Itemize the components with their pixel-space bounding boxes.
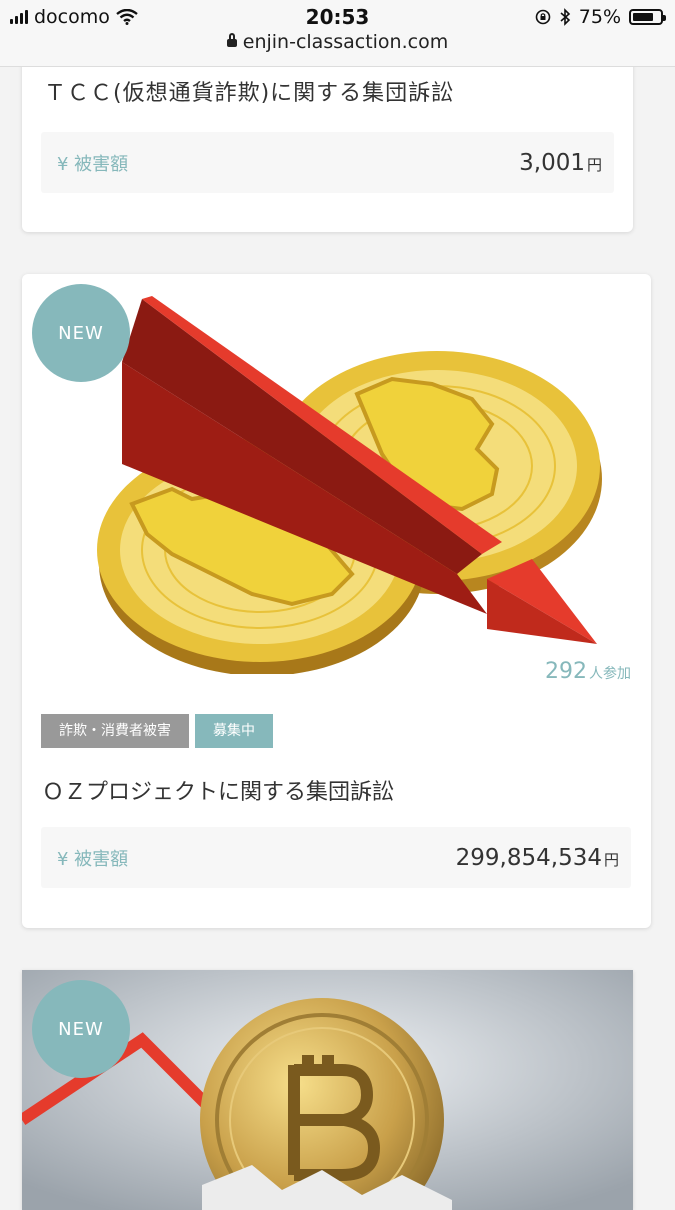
currency-unit: 円 [603,850,619,869]
tag-category[interactable]: 詐欺・消費者被害 [41,714,189,748]
participants-count: 292 人参加 [545,659,631,684]
battery-fill [633,13,653,21]
case-title[interactable]: ＯＺプロジェクトに関する集団訴訟 [42,774,394,806]
tag-status[interactable]: 募集中 [195,714,273,748]
url-text[interactable]: enjin-classaction.com [243,31,448,53]
lock-icon [226,32,237,47]
battery-percent: 75% [578,6,621,28]
damage-label: ¥ 被害額 [57,153,129,175]
case-card-oz[interactable]: NEW 292 人参加 詐欺・消費者被害 募集中 ＯＺプロジェクトに関する集団訴訟… [22,274,651,928]
participants-suffix: 人参加 [589,666,631,682]
damage-amount: 3,001 円 [519,150,602,176]
new-badge: NEW [32,284,130,382]
address-bar[interactable]: enjin-classaction.com [0,31,675,53]
case-title[interactable]: ＴＣＣ(仮想通貨詐欺)に関する集団訴訟 [44,75,454,107]
participants-number: 292 [545,659,587,684]
damage-value: 299,854,534 [455,844,602,871]
status-bar: docomo 20:53 75% enjin-classaction.com [0,0,675,67]
status-right: 75% [535,6,666,28]
damage-box: ¥ 被害額 299,854,534 円 [41,827,631,888]
damage-box: ¥ 被害額 3,001 円 [41,132,614,193]
tag-list: 詐欺・消費者被害 募集中 [41,714,273,748]
damage-amount: 299,854,534 円 [456,845,619,871]
new-badge: NEW [32,980,130,1078]
orientation-lock-icon [535,9,551,25]
battery-icon [629,9,666,25]
currency-unit: 円 [586,155,602,174]
damage-label: ¥ 被害額 [57,848,129,870]
damage-value: 3,001 [519,149,585,176]
case-card-partial[interactable]: NEW [22,970,633,1210]
bluetooth-icon [560,8,570,26]
